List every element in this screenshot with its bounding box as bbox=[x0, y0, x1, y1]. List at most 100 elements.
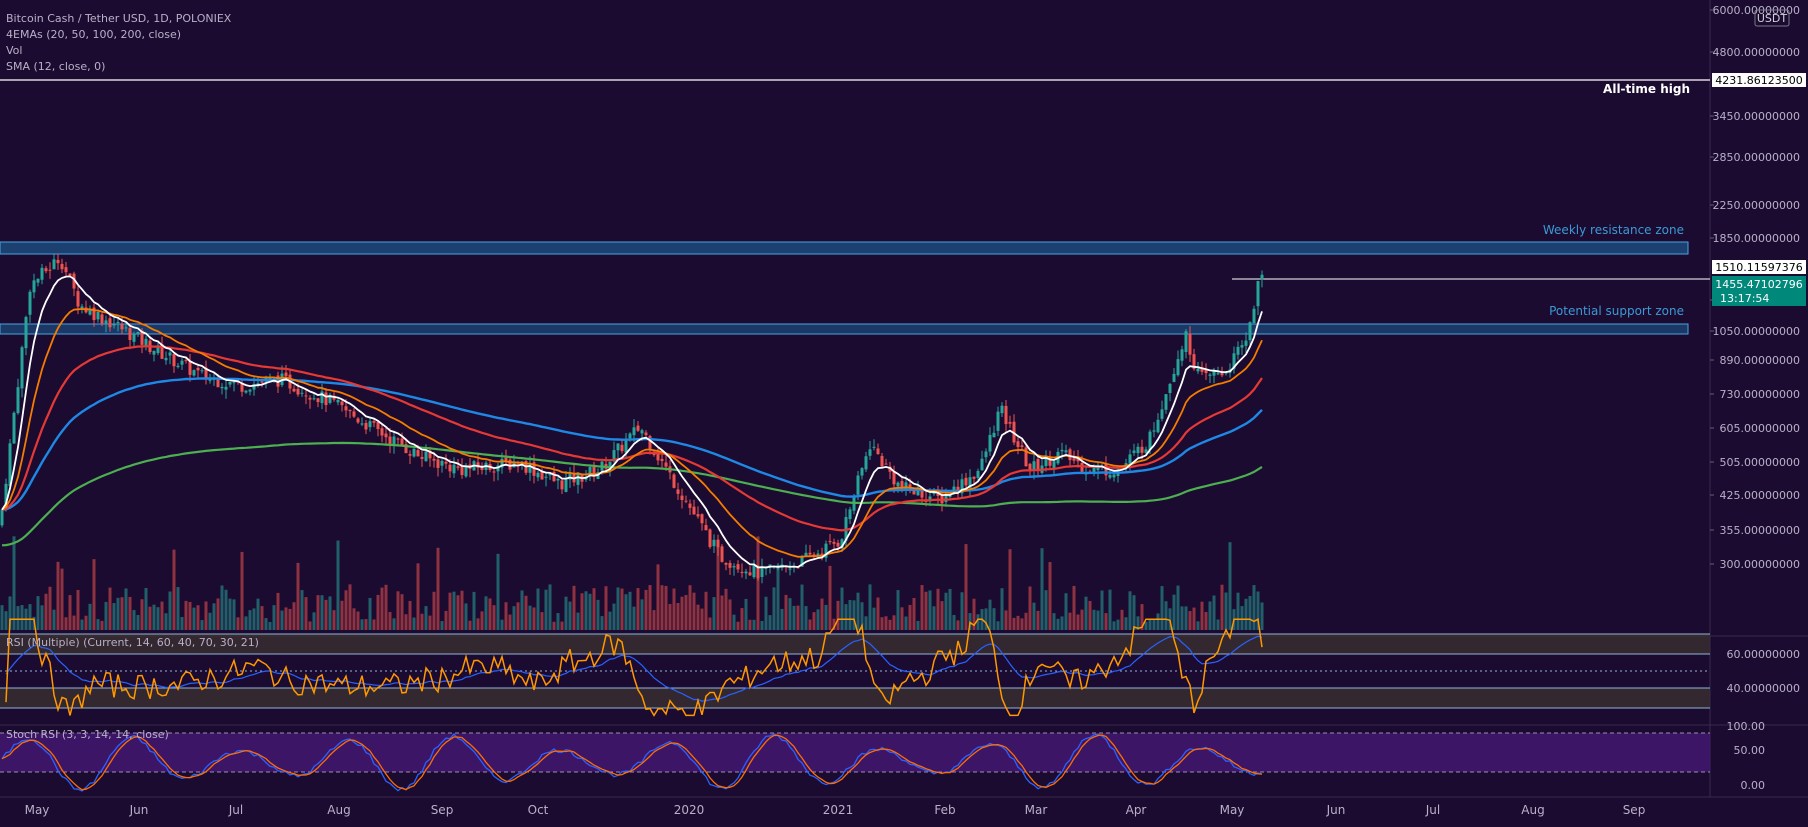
volume-bar bbox=[140, 599, 144, 630]
candle-body bbox=[876, 448, 880, 455]
price-tick-label: 2250.00000000 bbox=[1713, 199, 1800, 212]
volume-bar bbox=[1032, 602, 1036, 630]
candle-body bbox=[64, 267, 68, 273]
volume-bar bbox=[1176, 585, 1180, 630]
candle-body bbox=[492, 471, 496, 473]
candle-body bbox=[688, 503, 692, 508]
volume-bar bbox=[676, 603, 680, 630]
candle-body bbox=[1196, 368, 1200, 372]
candle-body bbox=[768, 564, 772, 566]
candle-body bbox=[872, 446, 876, 448]
volume-bar bbox=[840, 587, 844, 630]
volume-bar bbox=[568, 601, 572, 630]
candle-body bbox=[740, 571, 744, 573]
volume-bar bbox=[548, 584, 552, 630]
candle-body bbox=[996, 411, 1000, 431]
candle-body bbox=[684, 500, 688, 502]
candle-body bbox=[1240, 345, 1244, 348]
ema-indicator-label[interactable]: 4EMAs (20, 50, 100, 200, close) bbox=[6, 28, 181, 41]
volume-bar bbox=[1036, 610, 1040, 630]
volume-bar bbox=[908, 604, 912, 630]
volume-bar bbox=[132, 610, 136, 630]
candle-body bbox=[412, 448, 416, 457]
volume-bar bbox=[680, 596, 684, 630]
volume-bar bbox=[560, 621, 564, 630]
volume-bar bbox=[136, 615, 140, 630]
volume-bar bbox=[1228, 542, 1232, 630]
volume-bar bbox=[492, 605, 496, 630]
volume-indicator-label[interactable]: Vol bbox=[6, 44, 22, 57]
candle-body bbox=[324, 392, 328, 406]
volume-bar bbox=[512, 606, 516, 630]
weekly-resistance-zone bbox=[0, 241, 1689, 255]
volume-bar bbox=[296, 562, 300, 630]
volume-bar bbox=[1092, 609, 1096, 630]
volume-bar bbox=[784, 594, 788, 630]
volume-bar bbox=[524, 595, 528, 630]
volume-bar bbox=[1052, 613, 1056, 630]
candle-body bbox=[436, 459, 440, 468]
volume-bar bbox=[44, 593, 48, 630]
candle-body bbox=[856, 475, 860, 495]
candle-body bbox=[708, 529, 712, 547]
price-axis-bg[interactable] bbox=[1710, 0, 1808, 823]
symbol-title[interactable]: Bitcoin Cash / Tether USD, 1D, POLONIEX bbox=[6, 12, 231, 25]
candle-body bbox=[984, 451, 988, 458]
candle-body bbox=[1032, 461, 1036, 471]
volume-bar bbox=[76, 589, 80, 630]
volume-bar bbox=[1088, 600, 1092, 630]
volume-bar bbox=[636, 588, 640, 630]
volume-bar bbox=[224, 589, 228, 630]
candle-body bbox=[224, 386, 228, 390]
price-pane[interactable] bbox=[0, 0, 1710, 636]
volume-bar bbox=[796, 605, 800, 630]
candle-body bbox=[1140, 446, 1144, 453]
volume-bar bbox=[112, 603, 116, 630]
candle-body bbox=[1216, 373, 1220, 375]
price-tick-label: 605.00000000 bbox=[1720, 422, 1800, 435]
volume-bar bbox=[892, 615, 896, 630]
time-tick-label: 2021 bbox=[823, 803, 854, 817]
candle-body bbox=[664, 462, 668, 467]
candle-body bbox=[424, 451, 428, 462]
volume-bar bbox=[1064, 593, 1068, 630]
candle-body bbox=[20, 347, 24, 389]
candle-body bbox=[1068, 449, 1072, 461]
volume-bar bbox=[1188, 611, 1192, 630]
volume-bar bbox=[580, 593, 584, 630]
volume-bar bbox=[280, 610, 284, 630]
candle-body bbox=[752, 564, 756, 578]
currency-badge[interactable]: USDT bbox=[1757, 12, 1788, 25]
chart-window: 6000.00000000 4800.00000000 3450.00000000 2… bbox=[0, 0, 1808, 823]
potential-support-annotation: Potential support zone bbox=[1549, 304, 1684, 318]
volume-bar bbox=[20, 605, 24, 630]
volume-bar bbox=[316, 595, 320, 630]
volume-bar bbox=[88, 603, 92, 630]
volume-bar bbox=[824, 604, 828, 630]
time-tick-label: May bbox=[1220, 803, 1245, 817]
candle-body bbox=[624, 439, 628, 453]
candle-body bbox=[192, 370, 196, 376]
volume-bar bbox=[760, 620, 764, 630]
candle-body bbox=[760, 566, 764, 577]
volume-bar bbox=[808, 619, 812, 630]
candle-body bbox=[920, 490, 924, 498]
candle-body bbox=[1156, 419, 1160, 433]
volume-bar bbox=[836, 600, 840, 630]
sma-indicator-label[interactable]: SMA (12, close, 0) bbox=[6, 60, 105, 73]
time-tick-label: Sep bbox=[1623, 803, 1646, 817]
volume-bar bbox=[564, 596, 568, 630]
volume-bar bbox=[52, 609, 56, 630]
volume-bar bbox=[1016, 615, 1020, 630]
volume-bar bbox=[612, 603, 616, 630]
candle-body bbox=[440, 460, 444, 466]
volume-bar bbox=[496, 553, 500, 630]
trading-chart[interactable]: 6000.000000004800.000000003450.000000002… bbox=[0, 0, 1808, 823]
time-axis[interactable]: May Jun Jul Aug Sep Oct 2020 2021 Feb Mar Apr May Ju… bbox=[25, 803, 1646, 817]
volume-bar bbox=[128, 596, 132, 630]
volume-bar bbox=[592, 588, 596, 630]
time-tick-label: 2020 bbox=[674, 803, 705, 817]
candle-body bbox=[700, 514, 704, 524]
candle-body bbox=[68, 273, 72, 276]
time-tick-label: May bbox=[25, 803, 50, 817]
